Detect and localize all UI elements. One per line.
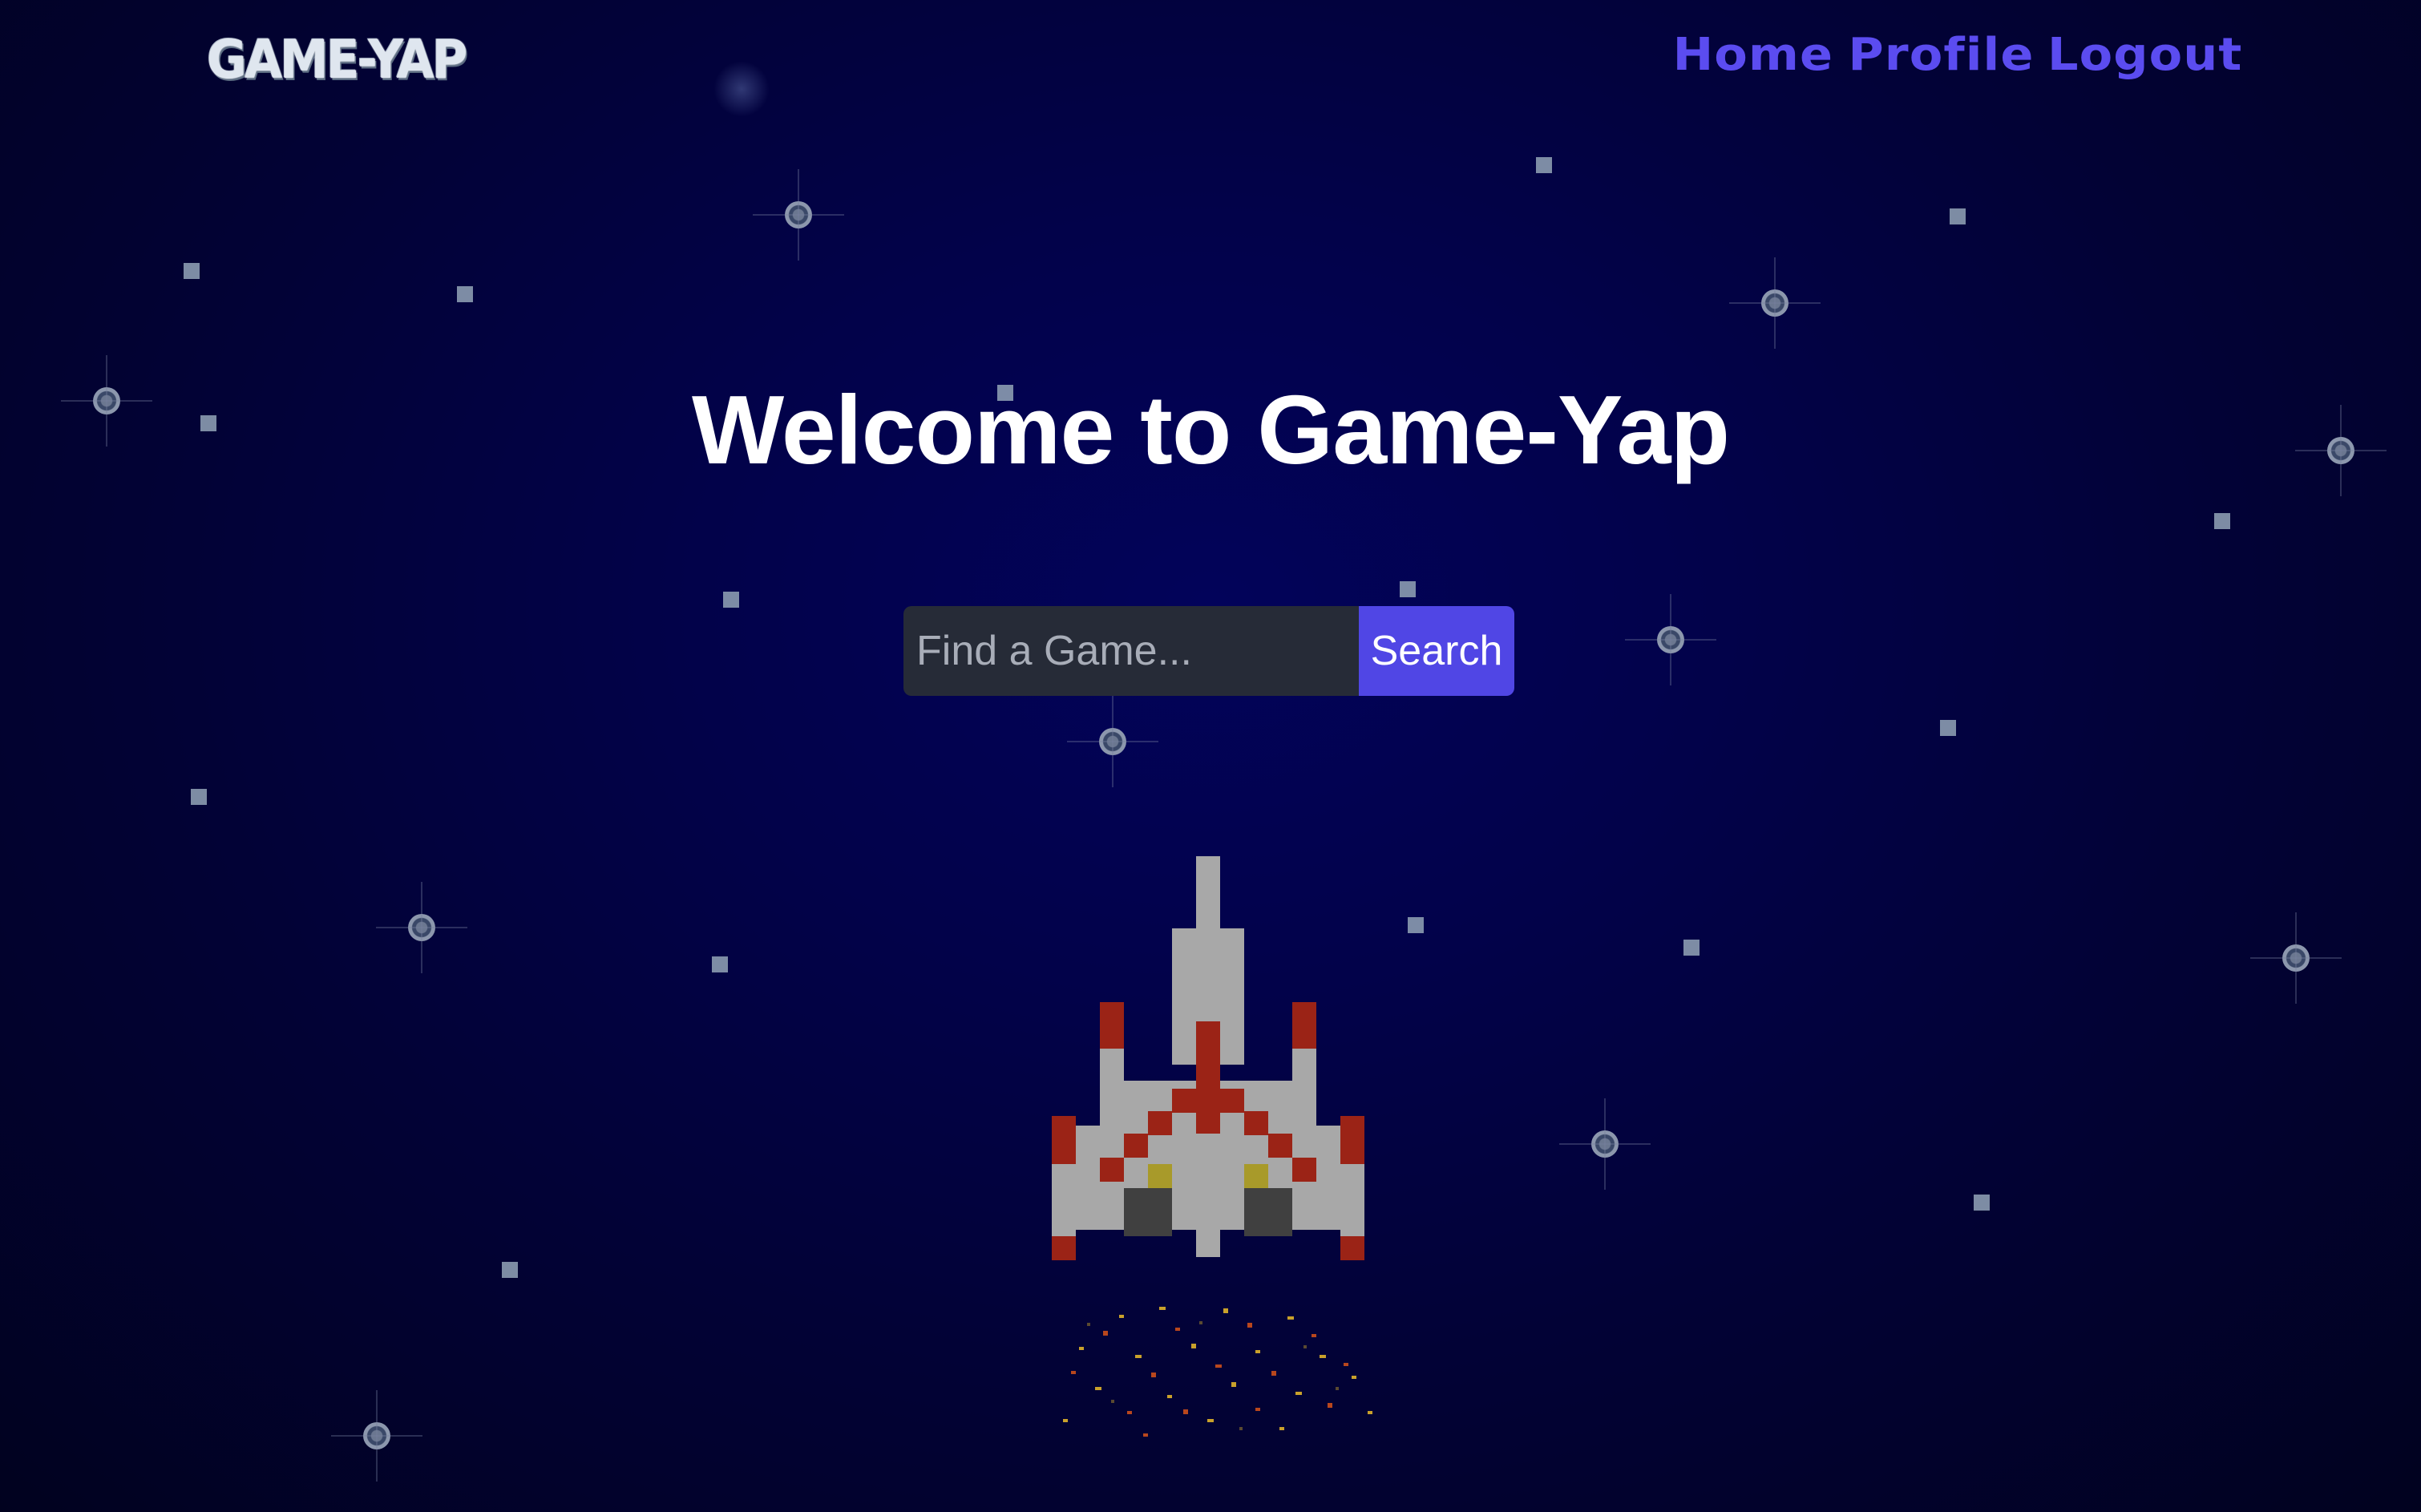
- exhaust-particles-icon: [1063, 1307, 1372, 1437]
- page-title: Welcome to Game-Yap: [691, 375, 1730, 484]
- star-icon: [753, 169, 844, 261]
- star-icon: [1683, 940, 1700, 956]
- star-icon: [1408, 917, 1424, 933]
- star-icon: [1729, 257, 1821, 349]
- site-logo[interactable]: GAME-YAP: [207, 29, 467, 91]
- star-icon: [191, 789, 207, 805]
- star-icon: [713, 61, 770, 117]
- star-icon: [1067, 696, 1158, 787]
- star-icon: [376, 882, 467, 973]
- star-icon: [1625, 594, 1716, 685]
- star-icon: [2214, 513, 2230, 529]
- nav-link-logout[interactable]: Logout: [2047, 29, 2242, 81]
- star-icon: [1940, 720, 1956, 736]
- star-icon: [1950, 208, 1966, 224]
- search-input[interactable]: [903, 606, 1359, 696]
- nav-link-home[interactable]: Home: [1673, 29, 1834, 81]
- star-icon: [2250, 912, 2342, 1004]
- pixel-spaceship-icon: [1052, 856, 1364, 1260]
- star-icon: [1400, 581, 1416, 597]
- nav-link-profile[interactable]: Profile: [1848, 29, 2034, 81]
- main-nav: Home Profile Logout: [1673, 29, 2241, 81]
- search-form: Search: [903, 606, 1514, 696]
- star-icon: [712, 956, 728, 972]
- star-icon: [331, 1390, 422, 1482]
- star-icon: [457, 286, 473, 302]
- star-icon: [1974, 1195, 1990, 1211]
- star-icon: [184, 263, 200, 279]
- search-button[interactable]: Search: [1359, 606, 1514, 696]
- star-icon: [502, 1262, 518, 1278]
- star-icon: [1559, 1098, 1651, 1190]
- star-icon: [723, 592, 739, 608]
- star-icon: [1536, 157, 1552, 173]
